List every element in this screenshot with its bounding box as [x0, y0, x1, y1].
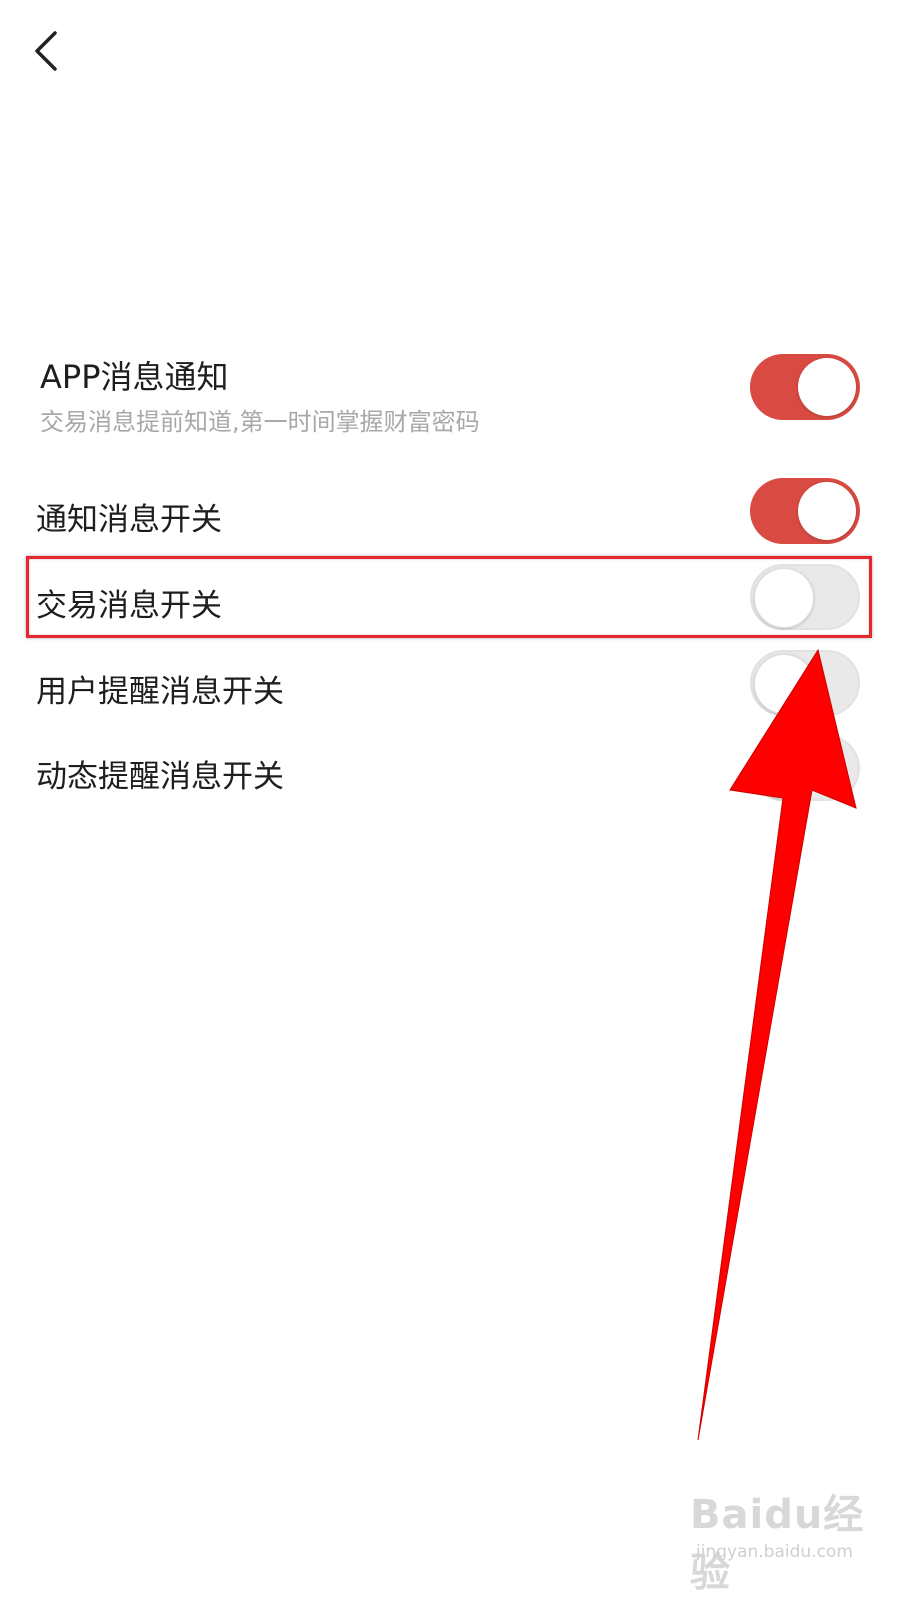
toggle-knob — [798, 358, 856, 416]
setting-row-app-notification: APP消息通知 交易消息提前知道,第一时间掌握财富密码 — [0, 340, 923, 450]
user-reminder-toggle[interactable] — [750, 650, 860, 716]
annotation-highlight-box — [26, 556, 872, 638]
watermark-logo: Baidu经验 — [690, 1492, 865, 1596]
baidu-jingyan-watermark: Baidu经验 jingyan.baidu.com — [690, 1470, 865, 1596]
setting-row-user-reminder: 用户提醒消息开关 — [0, 648, 923, 722]
setting-row-notice: 通知消息开关 — [0, 476, 923, 550]
notice-message-toggle[interactable] — [750, 478, 860, 544]
toggle-knob — [798, 482, 856, 540]
toggle-knob — [754, 654, 814, 714]
watermark-url: jingyan.baidu.com — [696, 1542, 853, 1562]
setting-label: 通知消息开关 — [36, 502, 222, 538]
setting-description: 交易消息提前知道,第一时间掌握财富密码 — [40, 408, 480, 436]
setting-label: APP消息通知 — [40, 358, 229, 396]
activity-reminder-toggle[interactable] — [750, 735, 860, 801]
setting-label: 动态提醒消息开关 — [36, 759, 284, 795]
setting-label: 用户提醒消息开关 — [36, 674, 284, 710]
setting-row-activity-reminder: 动态提醒消息开关 — [0, 733, 923, 807]
app-notification-toggle[interactable] — [750, 354, 860, 420]
chevron-left-icon — [22, 22, 78, 78]
toggle-knob — [754, 739, 814, 799]
back-button[interactable] — [22, 22, 78, 78]
